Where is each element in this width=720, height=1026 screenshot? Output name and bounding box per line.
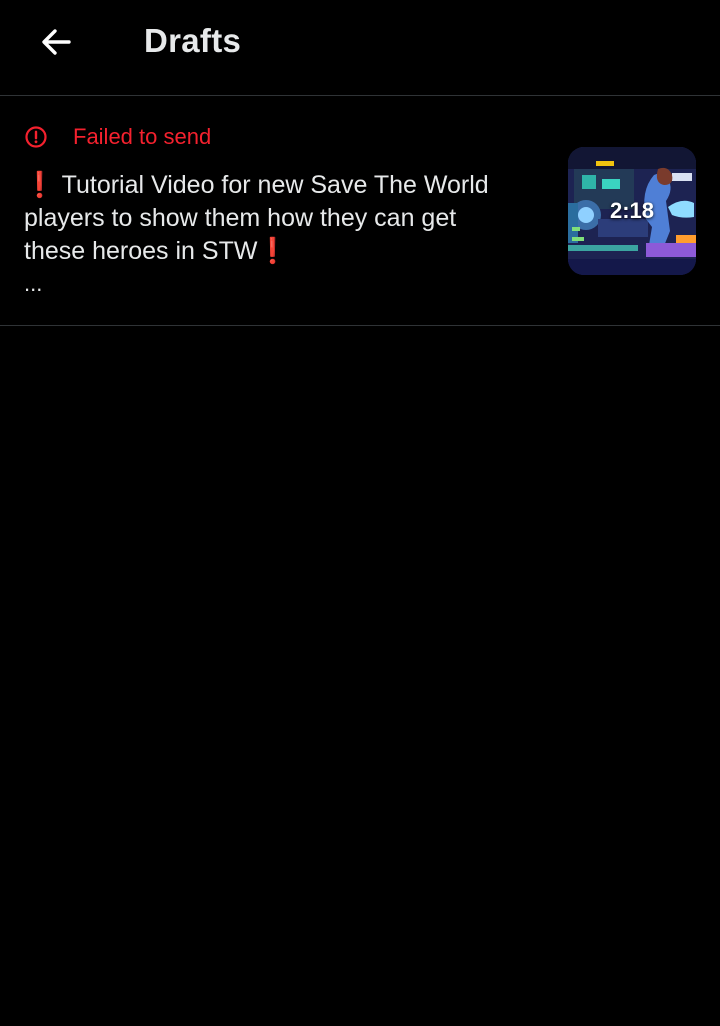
failed-status-label: Failed to send (73, 124, 212, 149)
alert-circle-icon (25, 126, 47, 148)
back-button[interactable] (30, 18, 82, 66)
draft-text: ❗ Tutorial Video for new Save The World … (24, 171, 489, 265)
top-bar: Drafts (0, 0, 720, 96)
video-thumbnail[interactable]: 2:18 (568, 147, 696, 275)
draft-truncation: ... (24, 271, 43, 296)
draft-item[interactable]: Failed to send ❗ Tutorial Video for new … (0, 97, 720, 326)
page-title: Drafts (144, 22, 242, 59)
video-duration: 2:18 (609, 198, 655, 223)
draft-status: Failed to send (24, 123, 211, 151)
arrow-left-icon (42, 29, 71, 55)
